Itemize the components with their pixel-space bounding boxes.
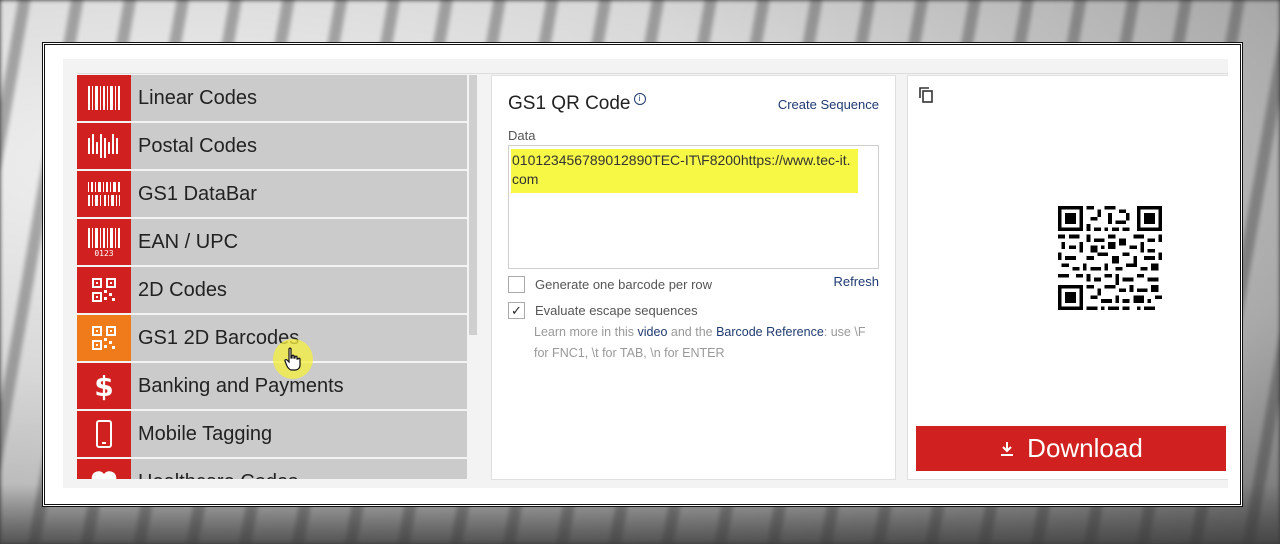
category-label: Healthcare Codes bbox=[138, 471, 298, 480]
escape-sequences-checkbox[interactable]: ✓ bbox=[508, 302, 525, 319]
mobile-phone-icon bbox=[77, 411, 131, 457]
category-item-2d-codes[interactable]: 2D Codes bbox=[77, 267, 467, 313]
copy-icon[interactable] bbox=[918, 86, 934, 109]
category-item-linear-codes[interactable]: Linear Codes bbox=[77, 75, 467, 121]
category-label: Mobile Tagging bbox=[138, 422, 273, 445]
one-per-row-label: Generate one barcode per row bbox=[535, 277, 713, 292]
one-per-row-option[interactable]: Generate one barcode per row bbox=[508, 276, 712, 293]
app-frame: Linear Codes Postal Codes GS1 DataBar 01… bbox=[42, 42, 1243, 507]
download-label: Download bbox=[1027, 433, 1143, 463]
qr-code-icon bbox=[77, 267, 131, 313]
category-list: Linear Codes Postal Codes GS1 DataBar 01… bbox=[77, 75, 469, 479]
info-icon[interactable]: i bbox=[633, 93, 646, 105]
top-divider-right bbox=[493, 59, 1228, 74]
category-label: Postal Codes bbox=[138, 134, 257, 157]
ean-upc-icon: 0123 bbox=[77, 219, 131, 265]
dollar-icon: $ bbox=[77, 363, 131, 409]
download-button[interactable]: Download bbox=[916, 426, 1226, 471]
barcode-title-text: GS1 QR Code bbox=[508, 93, 631, 114]
escape-sequences-option[interactable]: ✓ Evaluate escape sequences bbox=[508, 302, 698, 319]
help-prefix: Learn more in this bbox=[534, 325, 638, 339]
heart-icon bbox=[77, 459, 131, 479]
linear-barcode-icon bbox=[77, 75, 131, 121]
category-item-banking-and-payments[interactable]: $ Banking and Payments bbox=[77, 363, 467, 409]
category-item-mobile-tagging[interactable]: Mobile Tagging bbox=[77, 411, 467, 457]
category-label: GS1 2D Barcodes bbox=[138, 326, 300, 349]
postal-barcode-icon bbox=[77, 123, 131, 169]
editor-panel: GS1 QR Code i Create Sequence Data 010123… bbox=[491, 75, 896, 480]
svg-text:0123: 0123 bbox=[94, 249, 113, 257]
help-middle: and the bbox=[667, 325, 717, 339]
preview-panel: Download bbox=[907, 75, 1228, 480]
refresh-link[interactable]: Refresh bbox=[833, 274, 879, 289]
category-label: Banking and Payments bbox=[138, 374, 344, 397]
category-item-ean-upc[interactable]: 0123 EAN / UPC bbox=[77, 219, 467, 265]
qr-code-icon bbox=[77, 315, 131, 361]
escape-sequences-label: Evaluate escape sequences bbox=[535, 303, 698, 318]
category-item-gs1-databar[interactable]: GS1 DataBar bbox=[77, 171, 467, 217]
data-value: 010123456789012890TEC-IT\F8200https://ww… bbox=[511, 149, 858, 193]
data-textarea[interactable]: 010123456789012890TEC-IT\F8200https://ww… bbox=[508, 145, 879, 269]
category-label: EAN / UPC bbox=[138, 230, 239, 253]
svg-text:$: $ bbox=[94, 371, 113, 401]
barcode-reference-link[interactable]: Barcode Reference bbox=[716, 325, 824, 339]
category-label: Linear Codes bbox=[138, 86, 257, 109]
category-item-gs1-2d-barcodes[interactable]: GS1 2D Barcodes bbox=[77, 315, 467, 361]
category-item-postal-codes[interactable]: Postal Codes bbox=[77, 123, 467, 169]
download-icon bbox=[1001, 441, 1014, 456]
create-sequence-link[interactable]: Create Sequence bbox=[778, 97, 879, 112]
app-content: Linear Codes Postal Codes GS1 DataBar 01… bbox=[63, 59, 1228, 488]
one-per-row-checkbox[interactable] bbox=[508, 276, 525, 293]
category-scrollbar[interactable] bbox=[469, 75, 477, 335]
top-divider bbox=[77, 59, 493, 74]
hand-cursor-icon bbox=[284, 347, 301, 371]
databar-icon bbox=[77, 171, 131, 217]
barcode-title: GS1 QR Code i bbox=[508, 93, 646, 115]
escape-help-text: Learn more in this video and the Barcode… bbox=[534, 322, 879, 364]
qr-code-preview bbox=[1058, 206, 1162, 310]
data-label: Data bbox=[508, 128, 536, 143]
video-link[interactable]: video bbox=[638, 325, 668, 339]
category-label: GS1 DataBar bbox=[138, 182, 257, 205]
category-item-healthcare-codes[interactable]: Healthcare Codes bbox=[77, 459, 467, 479]
category-label: 2D Codes bbox=[138, 278, 227, 301]
